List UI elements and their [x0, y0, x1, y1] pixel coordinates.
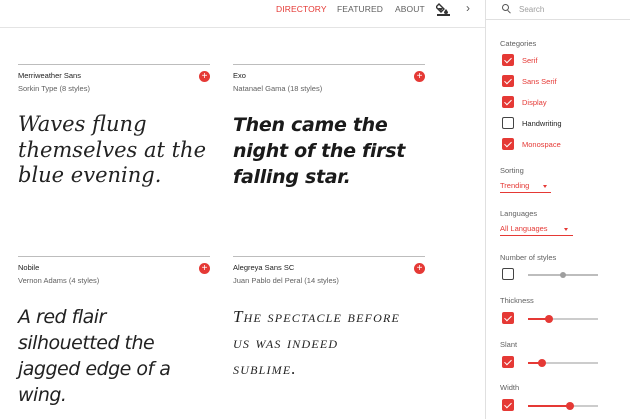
number-of-styles-slider[interactable] — [528, 272, 598, 278]
checkbox-checked-icon[interactable] — [502, 312, 514, 324]
category-handwriting[interactable]: Handwriting — [502, 117, 622, 130]
font-name[interactable]: Exo — [233, 71, 246, 80]
slider-fill — [528, 405, 570, 407]
slant-filter — [502, 356, 620, 369]
checkbox-checked-icon[interactable] — [502, 138, 514, 150]
category-sans-serif[interactable]: Sans Serif — [502, 75, 622, 88]
languages-dropdown[interactable]: All Languages — [500, 224, 573, 236]
languages-label: Languages — [500, 209, 538, 218]
category-label: Serif — [522, 56, 538, 65]
card-divider — [18, 64, 210, 65]
checkbox-checked-icon[interactable] — [502, 75, 514, 87]
slant-label: Slant — [500, 340, 518, 349]
font-card-nobile: Nobile Vernon Adams (4 styles) + A red f… — [18, 256, 210, 416]
checkbox-checked-icon[interactable] — [502, 399, 514, 411]
nav-directory[interactable]: DIRECTORY — [276, 4, 327, 14]
card-divider — [233, 64, 425, 65]
font-name[interactable]: Nobile — [18, 263, 39, 272]
category-label: Display — [522, 98, 547, 107]
thickness-label: Thickness — [500, 296, 534, 305]
sorting-dropdown[interactable]: Trending — [500, 181, 551, 193]
font-sample-text: A red flair silhouetted the jagged edge … — [18, 306, 171, 406]
category-serif[interactable]: Serif — [502, 54, 622, 67]
category-label: Handwriting — [522, 119, 562, 128]
font-sample-text: Waves flung themselves at the blue eveni… — [18, 112, 206, 187]
card-divider — [233, 256, 425, 257]
font-card-merriweather-sans: Merriweather Sans Sorkin Type (8 styles)… — [18, 64, 210, 244]
slant-slider[interactable] — [528, 359, 598, 367]
font-card-alegreya-sans-sc: Alegreya Sans SC Juan Pablo del Peral (1… — [233, 256, 425, 416]
slider-knob[interactable] — [566, 402, 574, 410]
nav-about[interactable]: ABOUT — [395, 4, 425, 14]
thickness-slider[interactable] — [528, 315, 598, 323]
font-designer: Sorkin Type (8 styles) — [18, 84, 90, 93]
checkbox-unchecked-icon[interactable] — [502, 117, 514, 129]
number-of-styles-filter — [502, 268, 620, 281]
top-nav-bar: DIRECTORY FEATURED ABOUT › — [0, 0, 485, 28]
category-display[interactable]: Display — [502, 96, 622, 109]
slider-knob[interactable] — [560, 272, 566, 278]
nav-featured[interactable]: FEATURED — [337, 4, 383, 14]
checkbox-checked-icon[interactable] — [502, 356, 514, 368]
sorting-label: Sorting — [500, 166, 524, 175]
category-monospace[interactable]: Monospace — [502, 138, 622, 151]
categories-label: Categories — [500, 39, 537, 48]
add-font-button[interactable]: + — [199, 263, 210, 274]
width-slider[interactable] — [528, 402, 598, 410]
checkbox-unchecked-icon[interactable] — [502, 268, 514, 280]
add-font-button[interactable]: + — [414, 71, 425, 82]
card-divider — [18, 256, 210, 257]
checkbox-checked-icon[interactable] — [502, 96, 514, 108]
font-designer: Juan Pablo del Peral (14 styles) — [233, 276, 339, 285]
add-font-button[interactable]: + — [414, 263, 425, 274]
thickness-filter — [502, 312, 620, 325]
dropdown-arrow-icon — [543, 185, 547, 188]
search-input[interactable] — [519, 3, 619, 16]
languages-value: All Languages — [500, 224, 548, 233]
font-designer: Natanael Gama (18 styles) — [233, 84, 323, 93]
number-of-styles-label: Number of styles — [500, 253, 557, 262]
font-name[interactable]: Merriweather Sans — [18, 71, 81, 80]
category-label: Sans Serif — [522, 77, 557, 86]
slider-knob[interactable] — [545, 315, 553, 323]
chevron-right-icon[interactable]: › — [466, 1, 470, 15]
sorting-value: Trending — [500, 181, 530, 190]
category-label: Monospace — [522, 140, 561, 149]
font-sample-text: Then came the night of the first falling… — [233, 114, 406, 188]
filter-sidebar: Categories Serif Sans Serif Display Hand… — [485, 0, 630, 419]
font-sample-text: The spectacle before us was indeed subli… — [233, 307, 401, 378]
search-icon — [502, 4, 512, 14]
slider-knob[interactable] — [538, 359, 546, 367]
font-name[interactable]: Alegreya Sans SC — [233, 263, 294, 272]
add-font-button[interactable]: + — [199, 71, 210, 82]
search-bar — [486, 0, 630, 20]
font-designer: Vernon Adams (4 styles) — [18, 276, 100, 285]
font-card-exo: Exo Natanael Gama (18 styles) + Then cam… — [233, 64, 425, 244]
paint-bucket-icon[interactable] — [435, 2, 452, 16]
dropdown-arrow-icon — [564, 228, 568, 231]
width-label: Width — [500, 383, 520, 392]
checkbox-checked-icon[interactable] — [502, 54, 514, 66]
width-filter — [502, 399, 620, 412]
